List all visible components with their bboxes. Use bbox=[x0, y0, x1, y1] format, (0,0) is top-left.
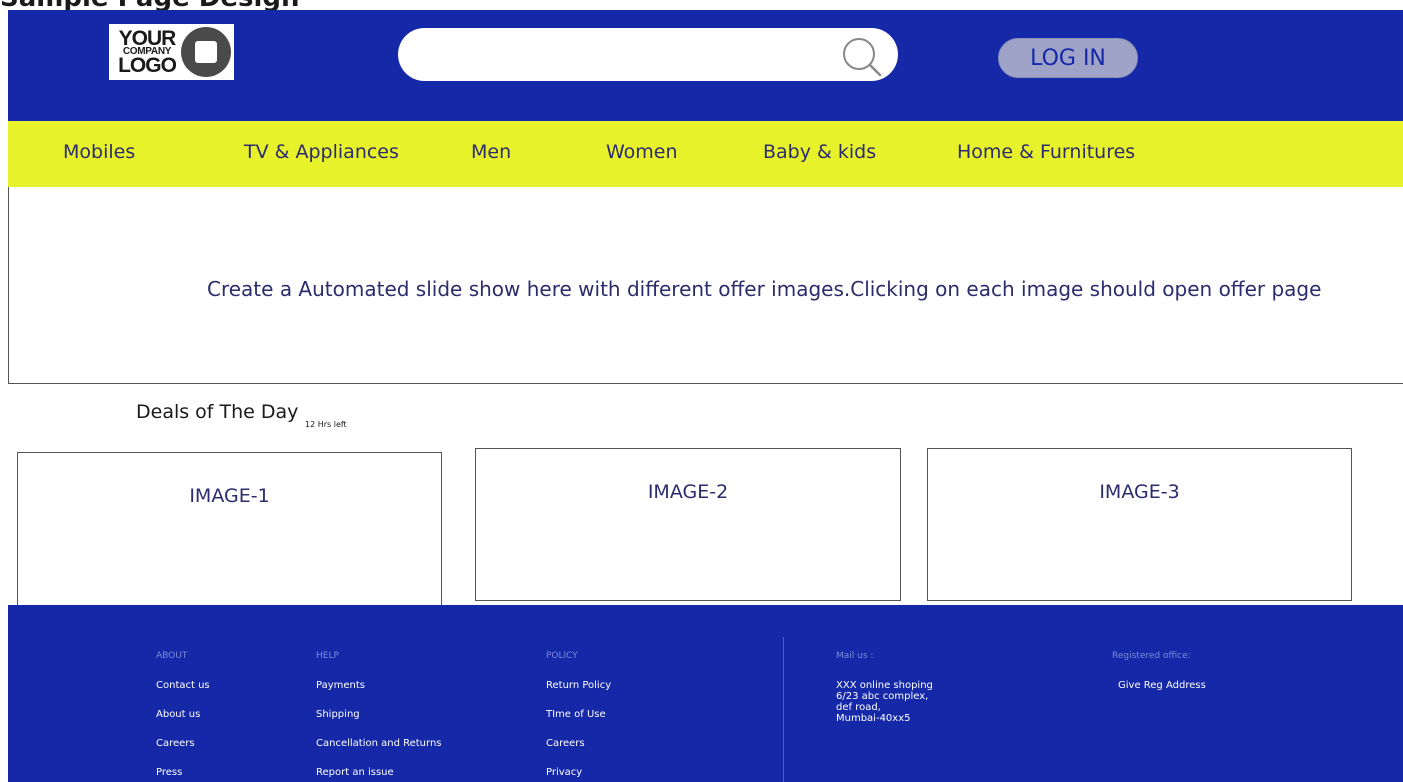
deal-card-3[interactable]: IMAGE-3 bbox=[927, 448, 1352, 601]
footer-heading-help: HELP bbox=[316, 651, 339, 661]
search-icon[interactable] bbox=[840, 34, 884, 78]
logo-line-1: YOUR bbox=[118, 27, 177, 50]
offer-slideshow[interactable]: Create a Automated slide show here with … bbox=[8, 187, 1403, 384]
page-title: Sample Page Design bbox=[0, 0, 300, 10]
footer-registered-address: Give Reg Address bbox=[1118, 680, 1206, 691]
footer-link-return-policy[interactable]: Return Policy bbox=[546, 680, 611, 691]
logo-mark-icon bbox=[181, 27, 231, 77]
logo-text: YOUR COMPANY LOGO bbox=[109, 27, 181, 77]
deal-card-label: IMAGE-3 bbox=[1099, 481, 1180, 503]
footer-divider bbox=[783, 637, 784, 782]
footer-mail-line-4: Mumbai-40xx5 bbox=[836, 713, 911, 724]
category-nav: Mobiles TV & Appliances Men Women Baby &… bbox=[8, 121, 1403, 188]
nav-item-mobiles[interactable]: Mobiles bbox=[63, 141, 135, 163]
footer-heading-about: ABOUT bbox=[156, 651, 188, 661]
footer-link-careers[interactable]: Careers bbox=[156, 738, 195, 749]
footer-link-careers-policy[interactable]: Careers bbox=[546, 738, 585, 749]
footer-mail-line-2: 6/23 abc complex, bbox=[836, 691, 929, 702]
footer: ABOUT Contact us About us Careers Press … bbox=[8, 605, 1403, 782]
deals-title: Deals of The Day bbox=[136, 401, 299, 423]
footer-link-press[interactable]: Press bbox=[156, 767, 182, 778]
deal-card-label: IMAGE-1 bbox=[189, 485, 270, 507]
nav-item-women[interactable]: Women bbox=[606, 141, 678, 163]
footer-heading-registered: Registered office: bbox=[1112, 651, 1191, 661]
deals-of-the-day: Deals of The Day 12 Hrs left IMAGE-1 IMA… bbox=[8, 384, 1403, 606]
search-bar bbox=[398, 28, 898, 81]
footer-link-report-issue[interactable]: Report an issue bbox=[316, 767, 394, 778]
footer-heading-mail: Mail us : bbox=[836, 651, 874, 661]
nav-item-men[interactable]: Men bbox=[471, 141, 511, 163]
footer-heading-policy: POLICY bbox=[546, 651, 578, 661]
footer-link-payments[interactable]: Payments bbox=[316, 680, 365, 691]
slideshow-placeholder-text: Create a Automated slide show here with … bbox=[207, 277, 1322, 301]
footer-link-contact-us[interactable]: Contact us bbox=[156, 680, 210, 691]
nav-item-home-furnitures[interactable]: Home & Furnitures bbox=[957, 141, 1135, 163]
footer-mail-line-1: XXX online shoping bbox=[836, 680, 933, 691]
search-input[interactable] bbox=[422, 36, 822, 72]
header: YOUR COMPANY LOGO LOG IN bbox=[8, 10, 1403, 122]
nav-item-baby-kids[interactable]: Baby & kids bbox=[763, 141, 876, 163]
footer-link-time-of-use[interactable]: TIme of Use bbox=[546, 709, 606, 720]
footer-link-cancellation-returns[interactable]: Cancellation and Returns bbox=[316, 738, 442, 749]
deals-timer: 12 Hrs left bbox=[305, 420, 347, 429]
deal-card-1[interactable]: IMAGE-1 bbox=[17, 452, 442, 606]
nav-item-tv-appliances[interactable]: TV & Appliances bbox=[244, 141, 399, 163]
login-button[interactable]: LOG IN bbox=[998, 38, 1138, 78]
company-logo[interactable]: YOUR COMPANY LOGO bbox=[109, 24, 234, 80]
footer-mail-line-3: def road, bbox=[836, 702, 881, 713]
deal-card-label: IMAGE-2 bbox=[647, 481, 729, 503]
footer-link-shipping[interactable]: Shipping bbox=[316, 709, 360, 720]
logo-line-3: LOGO bbox=[118, 54, 177, 77]
deal-card-2[interactable]: IMAGE-2 bbox=[475, 448, 901, 601]
footer-link-privacy[interactable]: Privacy bbox=[546, 767, 582, 778]
footer-link-about-us[interactable]: About us bbox=[156, 709, 200, 720]
